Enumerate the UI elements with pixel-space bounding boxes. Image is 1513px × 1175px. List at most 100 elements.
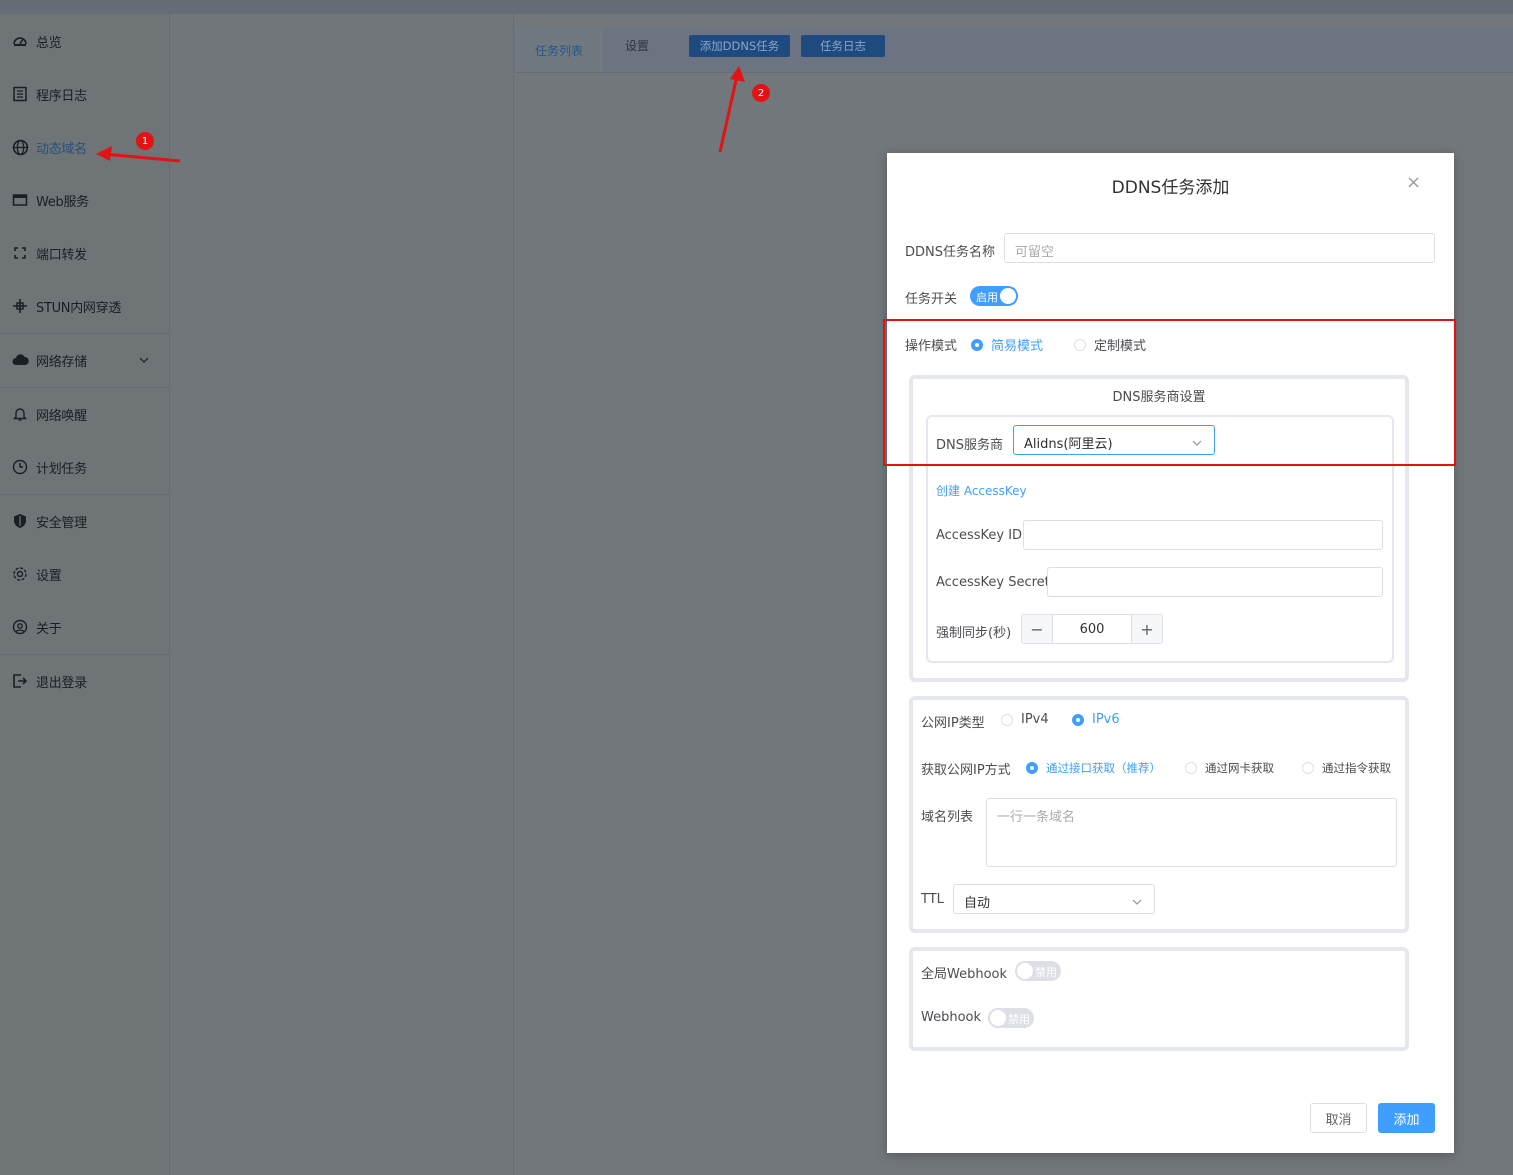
sidebar-item-wake-on-lan[interactable]: 网络唤醒 (0, 388, 169, 440)
sidebar-item-label: 网络存储 (36, 354, 87, 370)
task-log-button[interactable]: 任务日志 (801, 35, 885, 57)
sidebar-item-label: STUN内网穿透 (36, 300, 122, 316)
webhook-label: Webhook (921, 1010, 982, 1025)
radio-label: 定制模式 (1094, 339, 1147, 354)
radio-label: IPv4 (1021, 712, 1049, 727)
get-ip-cmd-radio[interactable]: 通过指令获取 (1302, 760, 1391, 776)
dns-section-title: DNS服务商设置 (1112, 390, 1206, 405)
stun-icon (11, 297, 29, 315)
sidebar-item-label: 退出登录 (36, 675, 87, 691)
clock-icon (11, 458, 29, 476)
dns-provider-select[interactable]: Alidns(阿里云) (1013, 425, 1215, 455)
task-name-placeholder: 可留空 (1015, 245, 1055, 260)
stepper-value[interactable]: 600 (1053, 615, 1131, 643)
task-switch-label: 任务开关 (905, 292, 958, 307)
radio-label: 通过指令获取 (1322, 761, 1391, 775)
annotation-badge-1: 1 (136, 132, 154, 150)
port-forward-icon (11, 244, 29, 262)
create-accesskey-link[interactable]: 创建 AccessKey (936, 482, 1027, 499)
chevron-down-icon (139, 353, 149, 368)
minus-icon[interactable]: − (1022, 615, 1053, 643)
radio-label: IPv6 (1092, 712, 1120, 727)
about-icon (11, 618, 29, 636)
annotation-badge-2: 2 (752, 84, 770, 102)
sidebar-item-about[interactable]: 关于 (0, 601, 169, 653)
shield-icon (11, 512, 29, 530)
sidebar-item-label: 关于 (36, 621, 62, 637)
ttl-select[interactable]: 自动 (953, 884, 1155, 914)
plus-icon[interactable]: + (1131, 615, 1162, 643)
force-sync-label: 强制同步(秒) (936, 626, 1012, 641)
tab-task-list[interactable]: 任务列表 (515, 28, 603, 72)
web-icon (11, 191, 29, 209)
force-sync-stepper[interactable]: − 600 + (1021, 614, 1163, 644)
select-value: Alidns(阿里云) (1024, 437, 1113, 452)
ddns-icon (11, 138, 29, 156)
global-webhook-toggle[interactable]: 禁用 (1015, 961, 1061, 981)
task-switch-toggle[interactable]: 启用 (970, 286, 1018, 306)
accesskey-id-label: AccessKey ID (936, 528, 1023, 543)
sidebar-item-program-log[interactable]: 程序日志 (0, 68, 169, 120)
ip-settings-section: 公网IP类型 IPv4 IPv6 获取公网IP方式 通过接口获取（推荐） 通过网… (909, 696, 1409, 933)
toggle-knob (1017, 963, 1033, 979)
sidebar-item-overview[interactable]: 总览 (0, 15, 169, 67)
sidebar-item-settings[interactable]: 设置 (0, 548, 169, 600)
sidebar-item-web[interactable]: Web服务 (0, 174, 169, 226)
logout-icon (11, 672, 29, 690)
add-button[interactable]: 添加 (1378, 1103, 1435, 1133)
cancel-button[interactable]: 取消 (1310, 1103, 1367, 1133)
mode-custom-radio[interactable]: 定制模式 (1074, 335, 1146, 354)
main-panel-left (170, 14, 514, 1175)
radio-dot (1001, 713, 1013, 726)
toggle-text: 禁用 (1008, 1013, 1030, 1026)
chevron-down-icon (1132, 895, 1142, 910)
sidebar-item-port-forward[interactable]: 端口转发 (0, 227, 169, 279)
radio-dot (1302, 762, 1314, 774)
radio-label: 简易模式 (991, 339, 1044, 354)
ip-type-label: 公网IP类型 (921, 716, 985, 731)
get-ip-nic-radio[interactable]: 通过网卡获取 (1185, 760, 1274, 776)
task-name-input[interactable]: 可留空 (1004, 233, 1435, 263)
ipv6-radio[interactable]: IPv6 (1072, 712, 1120, 727)
webhook-toggle[interactable]: 禁用 (988, 1008, 1034, 1028)
add-ddns-task-button[interactable]: 添加DDNS任务 (689, 35, 790, 57)
top-bar (0, 0, 1513, 14)
sidebar-item-label: 设置 (36, 568, 62, 584)
dns-provider-inner: DNS服务商 Alidns(阿里云) 创建 AccessKey AccessKe… (926, 415, 1394, 663)
domains-label: 域名列表 (921, 810, 974, 825)
sidebar-item-network-storage[interactable]: 网络存储 (0, 334, 169, 386)
task-name-label: DDNS任务名称 (905, 245, 995, 260)
select-value: 自动 (964, 896, 991, 911)
dialog-title: DDNS任务添加 (1111, 178, 1230, 198)
sidebar-item-scheduled-tasks[interactable]: 计划任务 (0, 441, 169, 493)
dns-provider-label: DNS服务商 (936, 438, 1003, 453)
sidebar-item-stun[interactable]: STUN内网穿透 (0, 280, 169, 332)
sidebar-item-label: 安全管理 (36, 515, 87, 531)
ipv4-radio[interactable]: IPv4 (1001, 712, 1049, 727)
accesskey-id-input[interactable] (1023, 520, 1383, 550)
sidebar-item-label: 计划任务 (36, 461, 87, 477)
accesskey-secret-input[interactable] (1047, 567, 1383, 597)
mode-simple-radio[interactable]: 简易模式 (971, 335, 1043, 354)
sidebar-item-label: 动态域名 (36, 141, 87, 157)
sidebar-item-logout[interactable]: 退出登录 (0, 655, 169, 707)
sidebar-item-label: 程序日志 (36, 88, 87, 104)
sidebar-item-label: 总览 (36, 35, 62, 51)
get-ip-api-radio[interactable]: 通过接口获取（推荐） (1026, 760, 1161, 776)
accesskey-secret-label: AccessKey Secret (936, 575, 1050, 590)
domains-textarea[interactable]: 一行一条域名 (986, 798, 1397, 867)
toggle-text: 禁用 (1035, 966, 1057, 979)
tab-settings[interactable]: 设置 (607, 28, 667, 62)
chevron-down-icon (1192, 436, 1202, 451)
sidebar: 总览 程序日志 动态域名 Web服务 端口转发 STUN内网穿透 网络存储 网络… (0, 14, 170, 1175)
radio-dot (1074, 338, 1086, 351)
toggle-knob (1000, 288, 1016, 304)
sidebar-item-security[interactable]: 安全管理 (0, 495, 169, 547)
bell-icon (11, 405, 29, 423)
ddns-add-dialog: DDNS任务添加 × DDNS任务名称 可留空 任务开关 启用 操作模式 简易模… (887, 153, 1454, 1153)
sidebar-item-label: 端口转发 (36, 247, 87, 263)
close-icon[interactable]: × (1406, 172, 1421, 193)
sidebar-item-label: 网络唤醒 (36, 408, 87, 424)
radio-dot (971, 338, 983, 351)
radio-dot (1026, 762, 1038, 774)
